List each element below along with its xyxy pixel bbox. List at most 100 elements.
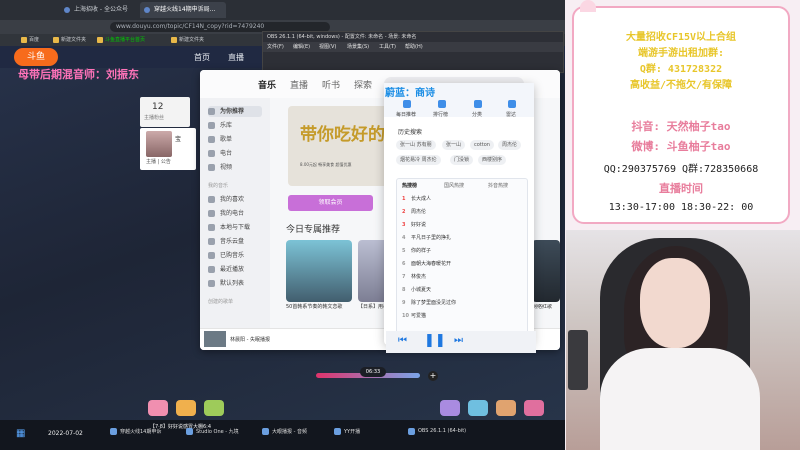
radar-icon[interactable]	[508, 100, 516, 108]
tab-books[interactable]: 听书	[322, 78, 340, 91]
sidebar-item-library[interactable]: 乐库	[208, 120, 262, 131]
hot-row[interactable]: 6 面朝大海春暖花开	[402, 259, 451, 270]
sidebar-item-recent[interactable]: 最近播放	[208, 264, 262, 275]
quick-label[interactable]: 排行榜	[433, 111, 448, 118]
hot-row[interactable]: 1 长大成人	[402, 194, 431, 205]
sidebar-item-local[interactable]: 本地与下载	[208, 222, 262, 233]
history-chip[interactable]: 西楼别序	[478, 155, 507, 165]
obs-menu-view[interactable]: 视图(V)	[319, 42, 336, 52]
card-caption: 50首韩系节奏的韩文恋歌	[286, 304, 343, 310]
hot-title: 好好说	[411, 222, 427, 228]
obs-menu-tools[interactable]: 工具(T)	[379, 42, 396, 52]
history-chip[interactable]: 张一山	[442, 140, 466, 150]
sidebar-item-my-radio[interactable]: 我的电台	[208, 208, 262, 219]
banner-subtitle: 8.00元起 畅享美食 超值优惠	[300, 162, 352, 167]
taskbar-app[interactable]: 穿越火线14期申诉	[110, 428, 161, 435]
obs-menu-scenes[interactable]: 场景集(S)	[347, 42, 369, 52]
douyu-logo[interactable]: 斗鱼	[14, 48, 58, 66]
sidebar-item-cloud[interactable]: 音乐云盘	[208, 236, 262, 247]
obs-menu-file[interactable]: 文件(F)	[267, 42, 284, 52]
gift-icon[interactable]	[468, 400, 488, 416]
category-icon[interactable]	[474, 100, 482, 108]
hot-title: 林俊杰	[411, 274, 427, 280]
taskbar-app[interactable]: OBS 26.1.1 (64-bit)	[408, 428, 466, 435]
hot-title: 面朝大海春暖花开	[411, 261, 452, 267]
tab-music[interactable]: 音乐	[258, 78, 276, 91]
sidebar-item-radio[interactable]: 电台	[208, 148, 262, 159]
gift-icon[interactable]	[204, 400, 224, 416]
hot-rank: 6	[402, 261, 406, 267]
hot-tab[interactable]: 热搜榜	[402, 182, 417, 189]
history-chip[interactable]: cotton	[470, 140, 494, 150]
streamer-avatar[interactable]	[146, 131, 172, 157]
add-icon[interactable]: +	[428, 371, 438, 381]
banner-title: 带你吃好的	[300, 125, 385, 145]
prev-icon[interactable]: ⏮	[398, 335, 407, 346]
taskbar-app[interactable]: Studio One - 九境	[186, 428, 239, 435]
gift-icon[interactable]	[440, 400, 460, 416]
info-line: 13:30-17:00 18:30-22: 00	[608, 202, 754, 213]
hot-row[interactable]: 7 林俊杰	[402, 272, 426, 283]
bookmark-item[interactable]: 新建文件夹	[170, 35, 204, 45]
hot-title: 除了梦里面没见过你	[411, 300, 457, 306]
bookmark-item[interactable]: 斗鱼直播平台首页	[96, 35, 145, 45]
chart-icon[interactable]	[438, 100, 446, 108]
sidebar-item-video[interactable]: 视频	[208, 162, 262, 173]
nav-home[interactable]: 首页	[194, 52, 210, 63]
tab-explore[interactable]: 探索	[354, 78, 372, 91]
pause-icon[interactable]: ❚❚	[424, 333, 446, 348]
sidebar-item-likes[interactable]: 我的喜欢	[208, 194, 262, 205]
hot-tab[interactable]: 抖音热搜	[488, 182, 508, 189]
quick-label[interactable]: 雷达	[506, 111, 516, 118]
gift-icon[interactable]	[496, 400, 516, 416]
streamer-footer: 主播 | 公告	[146, 159, 171, 165]
streamer-face	[640, 258, 710, 348]
nav-live[interactable]: 直播	[228, 52, 244, 63]
sidebar-item-purchased[interactable]: 已购音乐	[208, 250, 262, 261]
hot-row[interactable]: 8 小城夏天	[402, 285, 431, 296]
hot-row[interactable]: 9 除了梦里面没见过你	[402, 298, 456, 309]
next-icon[interactable]: ⏭	[454, 335, 463, 346]
gift-icon[interactable]	[148, 400, 168, 416]
vip-button[interactable]: 领取会员	[288, 195, 373, 211]
taskbar-app[interactable]: 大眼播报 - 音频	[262, 428, 307, 435]
sidebar-item-recommend[interactable]: 为你推荐	[208, 106, 262, 117]
quick-label[interactable]: 每日推荐	[396, 111, 416, 118]
info-line: Q群: 431728322	[639, 64, 723, 75]
hot-tab[interactable]: 国风热搜	[444, 182, 464, 189]
play-time: 06:33	[360, 367, 386, 377]
obs-menu-edit[interactable]: 编辑(E)	[293, 42, 310, 52]
hot-rank: 2	[402, 209, 406, 215]
browser-tab[interactable]: 上海招收 - 全公众号	[60, 2, 138, 18]
album-thumb[interactable]	[204, 331, 226, 347]
hot-row[interactable]: 2 周杰伦	[402, 207, 426, 218]
gift-icon[interactable]	[176, 400, 196, 416]
recommend-card[interactable]	[286, 240, 352, 302]
history-chip[interactable]: 烟花易冷 周杰伦	[396, 155, 441, 165]
hot-rank: 9	[402, 300, 406, 306]
history-chip[interactable]: 周杰伦	[498, 140, 522, 150]
bookmark-item[interactable]: 新建文件夹	[52, 35, 86, 45]
gift-icon[interactable]	[524, 400, 544, 416]
sidebar-item-default-list[interactable]: 默认列表	[208, 278, 262, 289]
sidebar-item-playlists[interactable]: 歌单	[208, 134, 262, 145]
tab-live[interactable]: 直播	[290, 78, 308, 91]
promo-banner[interactable]	[288, 106, 388, 186]
hot-row[interactable]: 4 平凡日子里的挣扎	[402, 233, 451, 244]
obs-menu-help[interactable]: 帮助(H)	[405, 42, 423, 52]
hot-row[interactable]: 3 好好说	[402, 220, 426, 231]
hot-title: 长大成人	[411, 196, 432, 202]
browser-tab-active[interactable]: 穿越火线14期申诉局...	[140, 2, 226, 18]
windows-start-icon[interactable]: ▦	[16, 428, 25, 439]
history-chip[interactable]: 张一山 苏有朋	[396, 140, 436, 150]
taskbar-app[interactable]: YY开播	[334, 428, 360, 435]
hot-row[interactable]: 10 可爱猫	[402, 311, 426, 322]
quick-label[interactable]: 分类	[472, 111, 482, 118]
daily-icon[interactable]	[403, 100, 411, 108]
stream-caption: 母带后期混音师：刘振东	[18, 68, 139, 81]
history-title: 历史搜索	[398, 129, 423, 136]
history-chip[interactable]: 门没锁	[450, 155, 474, 165]
bookmark-item[interactable]: 百度	[20, 35, 39, 45]
recommend-card[interactable]	[532, 240, 560, 302]
hot-row[interactable]: 5 你的样子	[402, 246, 431, 257]
